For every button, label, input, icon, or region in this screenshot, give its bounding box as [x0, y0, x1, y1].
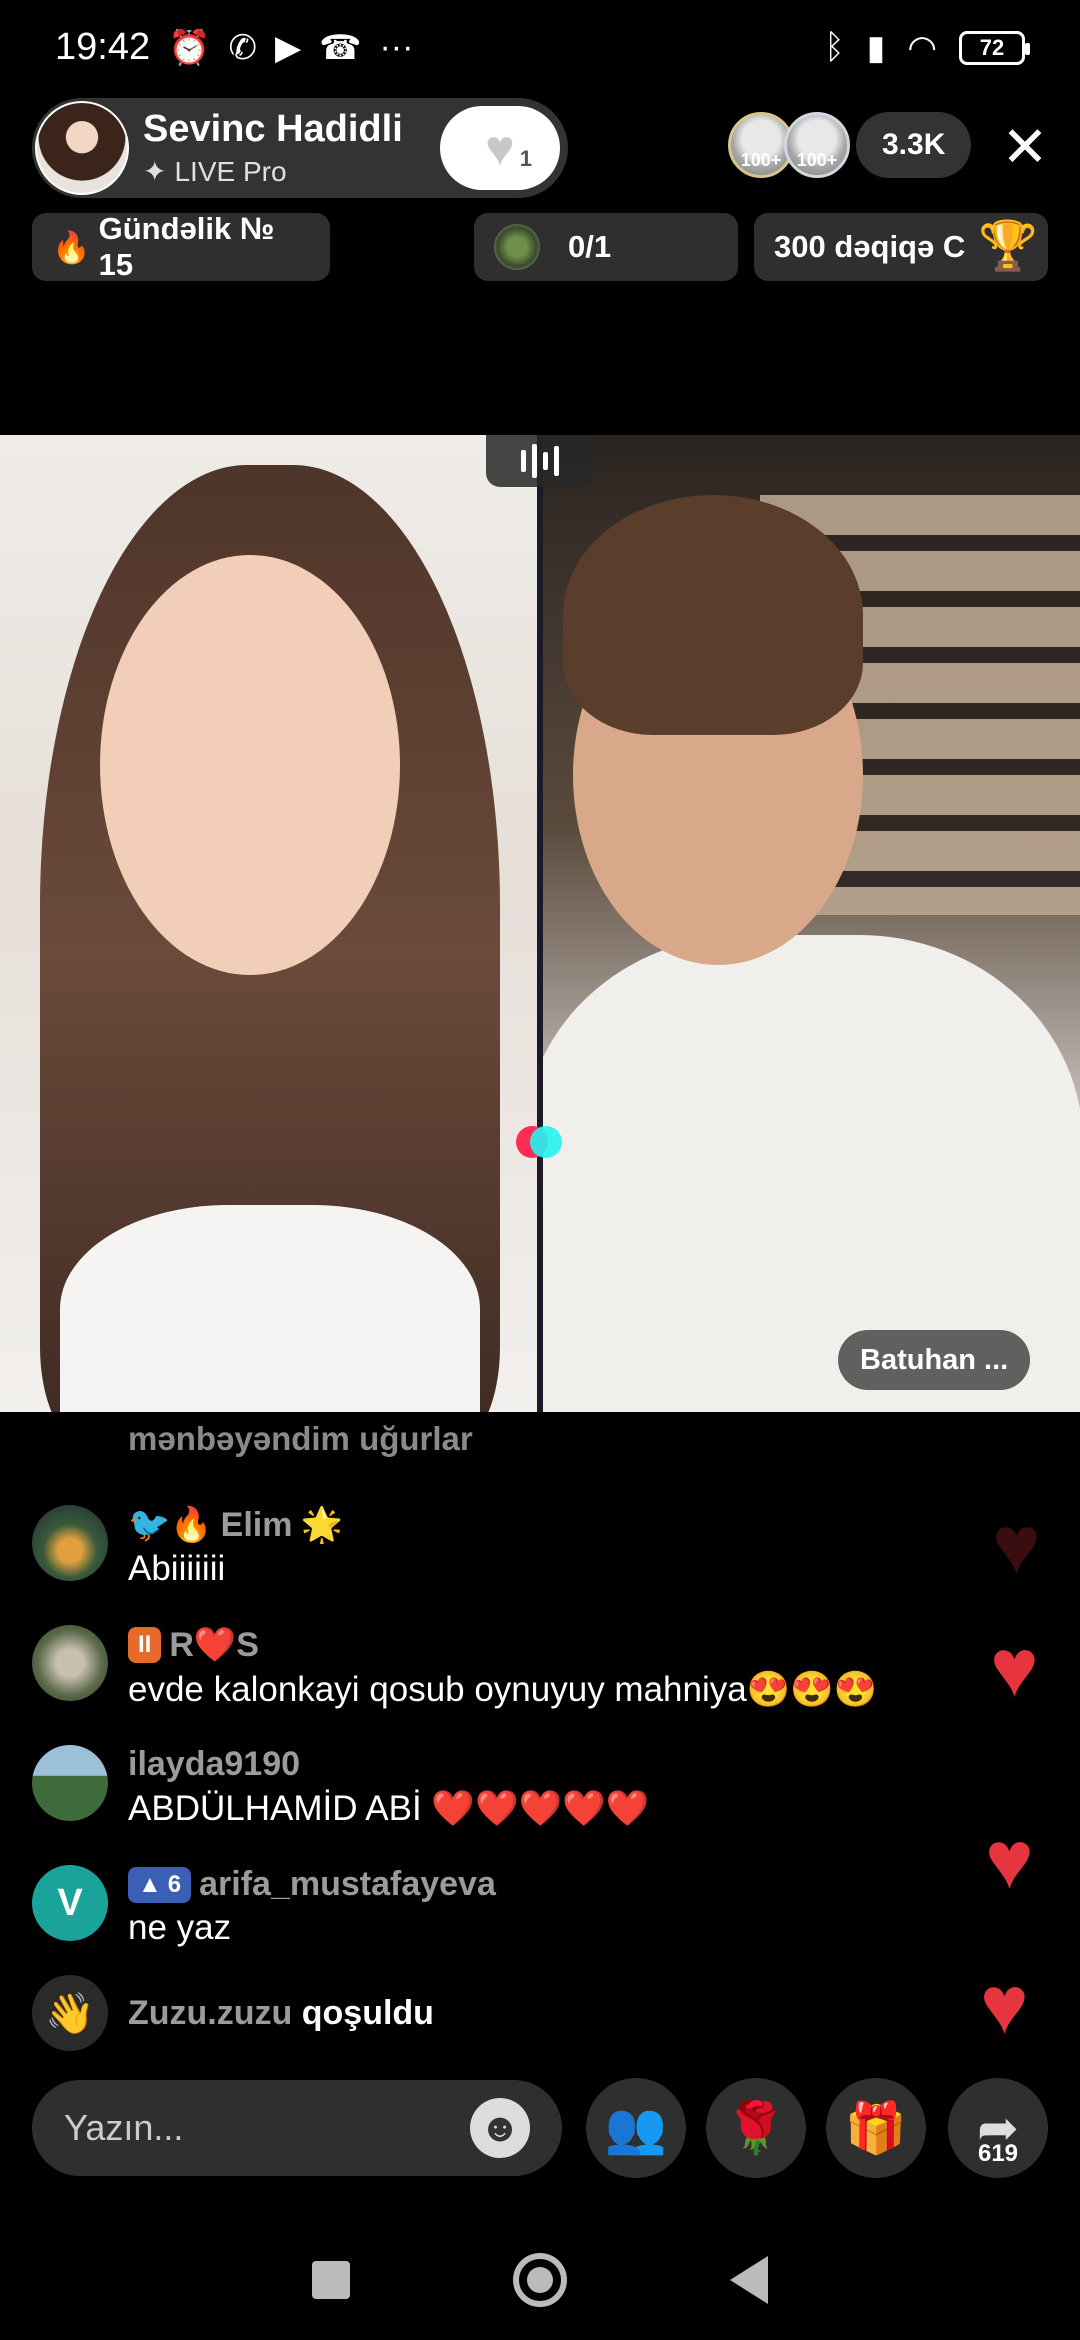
comment-placeholder: Yazın... — [64, 2107, 184, 2148]
fire-icon: 🔥 — [52, 229, 91, 265]
fan-badge: II — [128, 1627, 162, 1663]
whatsapp-icon: ✆ — [228, 28, 257, 67]
wifi-icon: ◠ — [907, 28, 937, 67]
chat-text: ABDÜLHAMİD ABİ ❤️❤️❤️❤️❤️ — [128, 1789, 650, 1828]
wave-icon: 👋 — [32, 1975, 108, 2051]
emoji-icon[interactable]: ☻ — [470, 2098, 530, 2158]
chat-username[interactable]: arifa_mustafayeva — [199, 1865, 496, 1904]
chat-faded-message: mənbəyəndim uğurlar — [128, 1420, 473, 1457]
chat-text: Abiiiiiii — [128, 1549, 226, 1588]
battery-indicator: 72 — [959, 30, 1030, 65]
share-button[interactable]: ➦ 619 — [948, 2078, 1048, 2178]
chat-username[interactable]: ilayda9190 — [128, 1745, 300, 1784]
chat-message[interactable]: V ▲ 6 arifa_mustafayeva ne yaz — [32, 1865, 496, 1948]
guest-name-tag[interactable]: Batuhan ... — [838, 1330, 1031, 1390]
follow-button[interactable]: ♥ 1 — [440, 106, 560, 190]
level-icon: ▲ — [138, 1870, 162, 1898]
multi-guest-button[interactable]: 👥 — [586, 2078, 686, 2178]
comment-input[interactable]: Yazın... ☻ — [32, 2080, 562, 2176]
live-logo-icon — [516, 1124, 566, 1160]
rose-gift-button[interactable]: 🌹 — [706, 2078, 806, 2178]
share-count: 619 — [977, 2140, 1019, 2167]
level-badge: ▲ 6 — [128, 1866, 192, 1903]
signal-icon: ▮ — [866, 28, 886, 67]
floating-heart-icon: ♥ — [980, 1960, 1029, 2051]
floating-heart-icon: ♥ — [985, 1815, 1034, 1906]
rose-icon: 🌹 — [724, 2099, 788, 2156]
avatar[interactable]: V — [32, 1865, 108, 1941]
chat-text: ne yaz — [128, 1908, 232, 1947]
avatar[interactable] — [32, 1745, 108, 1821]
people-icon: 👥 — [604, 2099, 668, 2156]
audio-level-icon[interactable] — [486, 435, 594, 487]
host-name: Sevinc Hadidli — [143, 108, 403, 150]
recents-icon[interactable] — [311, 2261, 350, 2299]
avatar[interactable] — [32, 1505, 108, 1581]
home-icon[interactable] — [512, 2253, 567, 2307]
video-icon: ▶ — [274, 28, 302, 67]
live-pro-label: LIVE Pro — [174, 155, 287, 187]
chat-message[interactable]: II R❤️S evde kalonkayi qosub oynuyuy mah… — [32, 1625, 877, 1710]
more-icon: ··· — [379, 28, 414, 66]
alarm-icon: ⏰ — [168, 28, 211, 67]
status-time: 19:42 — [55, 26, 151, 68]
join-username[interactable]: Zuzu.zuzu — [128, 1994, 292, 2032]
close-button[interactable]: ✕ — [990, 112, 1060, 182]
trophy-icon: 🏆 — [978, 220, 1038, 273]
guest-video[interactable] — [543, 435, 1080, 1412]
chat-username[interactable]: R❤️S — [169, 1625, 259, 1665]
minutes-challenge-pill[interactable]: 300 dəqiqə C 🏆 — [754, 213, 1048, 281]
daily-ranking-pill[interactable]: 🔥 Gündəlik № 15 — [32, 211, 330, 282]
goal-icon — [494, 224, 540, 270]
host-avatar[interactable] — [35, 101, 129, 195]
gift-icon: 🎁 — [844, 2099, 908, 2156]
missed-call-icon: ☎ — [319, 28, 362, 67]
status-bar: 19:42 ⏰ ✆ ▶ ☎ ··· ᛒ ▮ ◠ 72 — [0, 0, 1080, 95]
heart-icon: ♥ — [485, 120, 515, 176]
follow-count: 1 — [519, 146, 532, 171]
chat-text: evde kalonkayi qosub oynuyuy mahniya😍😍😍 — [128, 1670, 878, 1709]
join-notification: 👋 Zuzu.zuzu qoşuldu — [32, 1975, 434, 2051]
host-video[interactable] — [0, 435, 537, 1412]
gift-button[interactable]: 🎁 — [826, 2078, 926, 2178]
host-bar[interactable]: Sevinc Hadidli ✦ LIVE Pro ♥ 1 — [32, 98, 568, 198]
chat-message[interactable]: 🐦🔥 Elim 🌟 Abiiiiiii — [32, 1505, 343, 1589]
floating-heart-icon: ♥ — [990, 1623, 1039, 1714]
viewer-list[interactable]: 100+ 100+ 3.3K — [728, 112, 972, 178]
bluetooth-icon: ᛒ — [824, 28, 845, 66]
floating-heart-icon: ♥ — [992, 1500, 1041, 1591]
system-nav-bar — [0, 2220, 1080, 2340]
sparkle-icon: ✦ — [143, 156, 167, 187]
viewer-count[interactable]: 3.3K — [856, 112, 972, 178]
avatar[interactable] — [32, 1625, 108, 1701]
top-gifter-badge[interactable]: 100+ — [784, 112, 850, 178]
chat-message[interactable]: ilayda9190 ABDÜLHAMİD ABİ ❤️❤️❤️❤️❤️ — [32, 1745, 649, 1829]
goal-pill[interactable]: 0/1 — [474, 213, 738, 281]
chat-username[interactable]: Elim — [221, 1506, 293, 1545]
back-icon[interactable] — [730, 2256, 769, 2304]
